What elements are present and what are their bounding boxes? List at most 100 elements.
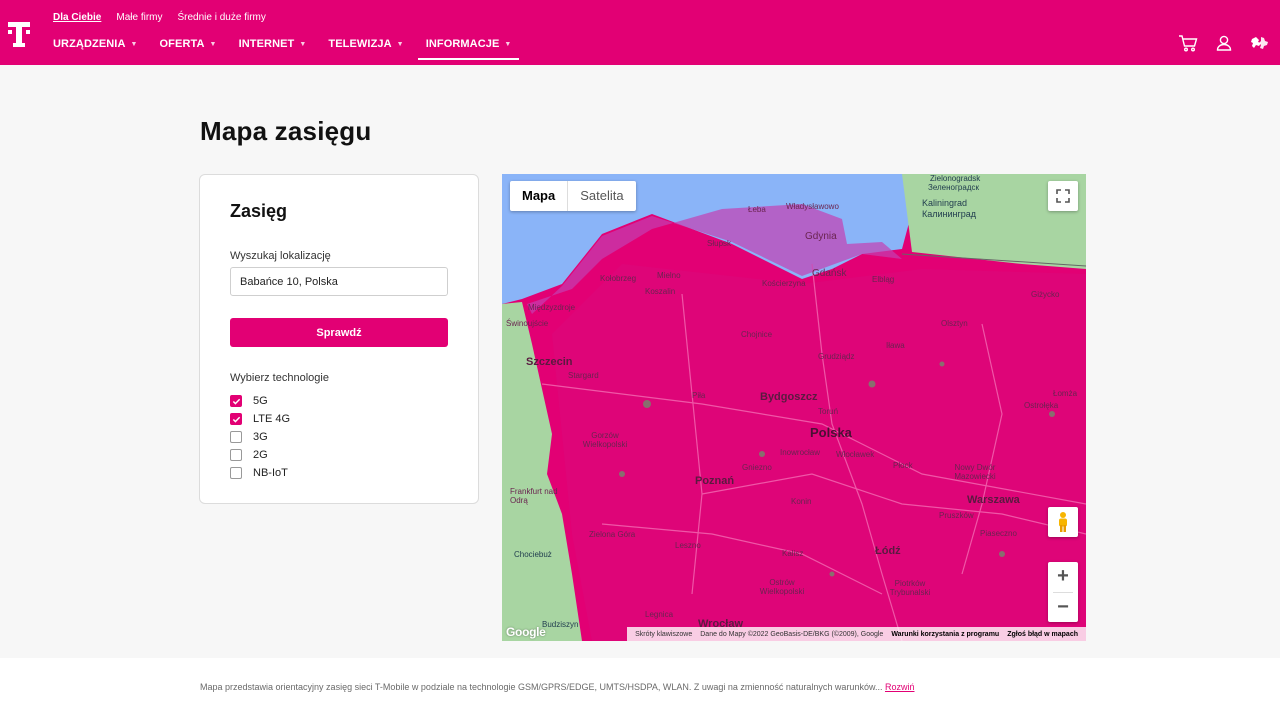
nav-label: OFERTA xyxy=(159,38,205,50)
checkbox-unchecked-icon[interactable] xyxy=(230,431,242,443)
map-attribution-bar: Skróty klawiszowe Dane do Mapy ©2022 Geo… xyxy=(627,627,1086,641)
map-label: Olsztyn xyxy=(941,319,968,328)
nav-internet[interactable]: INTERNET ▼ xyxy=(231,33,315,64)
map-label: Elbląg xyxy=(872,275,895,284)
nav-label: URZĄDZENIA xyxy=(53,38,126,50)
chevron-down-icon: ▼ xyxy=(504,41,512,48)
map-label: Калининград xyxy=(922,209,977,219)
map-label: Leszno xyxy=(675,541,701,550)
zoom-out-button[interactable]: − xyxy=(1048,593,1078,623)
map-label: Piaseczno xyxy=(980,529,1017,538)
map-data-attribution: Dane do Mapy ©2022 GeoBasis-DE/BKG (©200… xyxy=(700,630,884,638)
checkbox-checked-icon[interactable] xyxy=(230,395,242,407)
zoom-in-button[interactable]: + xyxy=(1048,562,1078,592)
map-label: Budziszyn xyxy=(542,620,579,629)
report-error-link[interactable]: Zgłoś błąd w mapach xyxy=(1003,631,1082,638)
coverage-map[interactable]: Zielonogradsk Зеленоградск Kaliningrad К… xyxy=(502,174,1086,641)
map-label: Legnica xyxy=(645,610,674,619)
search-label: Wyszukaj lokalizację xyxy=(230,250,331,262)
nav-informacje[interactable]: INFORMACJE ▼ xyxy=(417,33,520,64)
tech-option-label: NB-IoT xyxy=(253,467,288,479)
map-label: Międzyzdroje xyxy=(528,303,576,312)
header-icons xyxy=(1178,33,1270,53)
location-search-input[interactable] xyxy=(230,267,448,296)
tech-option-label: 2G xyxy=(253,449,268,461)
map-label: Płock xyxy=(893,461,913,470)
chevron-down-icon: ▼ xyxy=(209,41,217,48)
checkbox-checked-icon[interactable] xyxy=(230,413,242,425)
sign-language-icon[interactable] xyxy=(1250,33,1270,53)
map-label: Zielonogradsk xyxy=(930,174,981,183)
chevron-down-icon: ▼ xyxy=(299,41,307,48)
map-label: Giżycko xyxy=(1031,290,1060,299)
nav-oferta[interactable]: OFERTA ▼ xyxy=(152,33,225,64)
checkbox-unchecked-icon[interactable] xyxy=(230,449,242,461)
map-label: Pruszków xyxy=(939,511,974,520)
disclaimer-text: Mapa przedstawia orientacyjny zasięg sie… xyxy=(200,682,883,692)
map-label: Władysławowo xyxy=(786,202,839,211)
map-label: Stargard xyxy=(568,371,599,380)
map-label: Poznań xyxy=(695,475,735,487)
google-logo[interactable]: Google xyxy=(506,625,546,639)
map-label: Gdańsk xyxy=(812,268,847,279)
map-label: Łeba xyxy=(748,205,766,214)
segment-nav: Dla Ciebie Małe firmy Średnie i duże fir… xyxy=(53,12,266,23)
map-label: Toruń xyxy=(818,407,839,416)
map-label: Ostrołęka xyxy=(1024,401,1059,410)
checkbox-unchecked-icon[interactable] xyxy=(230,467,242,479)
top-header: Dla Ciebie Małe firmy Średnie i duże fir… xyxy=(0,0,1280,65)
user-icon[interactable] xyxy=(1214,33,1234,53)
map-label: Kołobrzeg xyxy=(600,274,637,283)
map-type-map[interactable]: Mapa xyxy=(510,181,569,211)
segment-srednie-duze-firmy[interactable]: Średnie i duże firmy xyxy=(177,12,265,23)
map-label: Konin xyxy=(791,497,812,506)
fullscreen-button[interactable] xyxy=(1048,181,1078,211)
technology-list: 5G LTE 4G 3G 2G NB-IoT xyxy=(230,392,290,482)
technology-label: Wybierz technologie xyxy=(230,372,329,384)
terms-link[interactable]: Warunki korzystania z programu xyxy=(887,631,1003,638)
map-label: Kaliningrad xyxy=(922,198,968,208)
tech-option-nb-iot[interactable]: NB-IoT xyxy=(230,464,290,482)
telekom-logo[interactable] xyxy=(8,22,30,48)
keyboard-shortcuts-link[interactable]: Skróty klawiszowe xyxy=(631,631,696,638)
nav-urzadzenia[interactable]: URZĄDZENIA ▼ xyxy=(45,33,146,64)
map-label: Warszawa xyxy=(967,494,1020,506)
map-label: Gorzów Wielkopolski xyxy=(582,431,628,449)
nav-label: INFORMACJE xyxy=(425,38,500,50)
chevron-down-icon: ▼ xyxy=(130,41,138,48)
segment-dla-ciebie[interactable]: Dla Ciebie xyxy=(53,12,101,23)
map-label: Koszalin xyxy=(645,287,676,296)
map-label: Kościerzyna xyxy=(762,279,806,288)
tech-option-3g[interactable]: 3G xyxy=(230,428,290,446)
map-label: Gniezno xyxy=(742,463,772,472)
tech-option-2g[interactable]: 2G xyxy=(230,446,290,464)
map-label: Gdynia xyxy=(805,231,837,242)
page-title: Mapa zasięgu xyxy=(200,116,372,146)
tech-option-lte-4g[interactable]: LTE 4G xyxy=(230,410,290,428)
map-label: Inowrocław xyxy=(780,448,821,457)
map-label: Włocławek xyxy=(836,450,875,459)
main-nav: URZĄDZENIA ▼ OFERTA ▼ INTERNET ▼ TELEWIZJA ▼… xyxy=(45,33,525,64)
map-label: Frankfurt nad Odrą xyxy=(510,487,558,505)
map-label: Polska xyxy=(810,425,852,440)
map-label: Szczecin xyxy=(526,356,573,368)
zoom-controls: + − xyxy=(1048,562,1078,622)
tech-option-5g[interactable]: 5G xyxy=(230,392,290,410)
tech-option-label: 5G xyxy=(253,395,268,407)
street-view-button[interactable] xyxy=(1048,507,1078,537)
map-label: Piotrków Trybunalski xyxy=(889,579,931,597)
map-label: Nowy Dwór Mazowiecki xyxy=(954,463,996,481)
map-type-satellite[interactable]: Satelita xyxy=(568,181,635,211)
expand-link[interactable]: Rozwiń xyxy=(885,682,915,692)
segment-male-firmy[interactable]: Małe firmy xyxy=(116,12,162,23)
nav-telewizja[interactable]: TELEWIZJA ▼ xyxy=(320,33,411,64)
map-label: Chociebuż xyxy=(514,550,552,559)
nav-label: INTERNET xyxy=(238,38,295,50)
cart-icon[interactable] xyxy=(1178,33,1198,53)
check-button[interactable]: Sprawdź xyxy=(230,318,448,347)
tech-option-label: 3G xyxy=(253,431,268,443)
map-label: Mielno xyxy=(657,271,681,280)
map-label: Piła xyxy=(692,391,706,400)
tech-option-label: LTE 4G xyxy=(253,413,291,425)
map-type-switch: Mapa Satelita xyxy=(510,181,636,211)
